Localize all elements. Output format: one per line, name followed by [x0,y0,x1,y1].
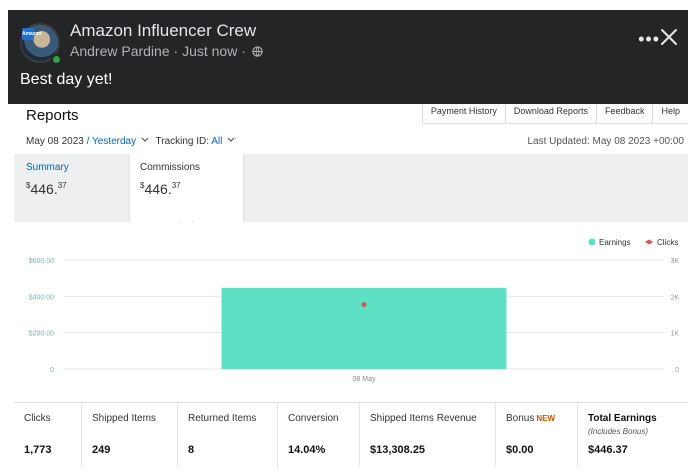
stat-total-earnings: Total Earnings (Includes Bonus) $446.37 [578,403,688,467]
report-date: May 08 2023 [26,136,84,147]
date-range-dropdown[interactable]: Yesterday [92,136,136,147]
y-tick-label: 0 [50,367,54,374]
tabs-band [14,154,688,222]
meta-separator: · [173,43,179,59]
close-icon[interactable] [660,28,678,46]
date-separator: / [86,136,90,147]
earnings-chart: 0 0 $200.00 1K $400.00 2K $600.00 3K 08 May Earni… [14,222,688,390]
stat-value: 249 [92,444,111,456]
y-right-tick-label: 3K [670,258,679,265]
tab-summary-label: Summary [26,162,69,173]
post-time[interactable]: Just now [182,43,237,59]
stat-label: Returned Items [188,413,257,424]
tab-commissions-label: Commissions [140,162,201,173]
chevron-down-icon[interactable] [141,137,149,143]
reports-title: Reports [26,107,79,124]
reports-panel: Reports Payment History Download Reports… [14,104,688,470]
stat-bonus: Bonus NEW $0.00 [496,403,578,467]
feedback-link[interactable]: Feedback [595,104,653,124]
stat-label: Total Earnings [588,413,657,424]
chevron-down-icon[interactable] [227,137,235,143]
avatar-badge: Amazon [22,28,41,40]
x-tick-label: 08 May [353,376,376,383]
author-name[interactable]: Andrew Pardine [70,43,170,59]
y-tick-label: $400.00 [29,294,54,301]
stat-sublabel: (Includes Bonus) [588,427,649,436]
globe-icon [252,46,263,57]
meta-separator: · [241,43,246,59]
tracking-id-label: Tracking ID: [155,136,210,147]
group-name[interactable]: Amazon Influencer Crew [70,21,256,41]
y-tick-label: $600.00 [29,258,54,265]
tab-commissions[interactable]: Commissions $446.37 [130,154,243,222]
new-badge: NEW [536,414,556,423]
stat-shipped-items: Shipped Items 249 [82,403,178,467]
tab-summary-amount: $446.37 [26,181,67,197]
legend-clicks-swatch [645,239,653,245]
stat-value: $446.37 [588,444,628,456]
tracking-id-dropdown[interactable]: All [211,136,222,147]
stat-label: Shipped Items Revenue [370,413,477,424]
y-right-tick-label: 0 [675,367,679,374]
stat-label: Conversion [288,413,339,424]
stat-clicks: Clicks 1,773 [14,403,82,467]
y-tick-label: $200.00 [29,331,54,338]
clicks-point [361,302,367,308]
stat-returned-items: Returned Items 8 [178,403,278,467]
last-updated: Last Updated: May 08 2023 +00:00 [527,136,684,147]
legend-earnings-label: Earnings [599,238,631,247]
stat-value: 14.04% [288,444,326,456]
help-link[interactable]: Help [652,104,688,124]
stat-label: Shipped Items [92,413,156,424]
stat-value: 1,773 [24,444,52,456]
payment-history-link[interactable]: Payment History [421,104,505,124]
stat-shipped-revenue: Shipped Items Revenue $13,308.25 [360,403,496,467]
online-status-dot [51,54,62,65]
stat-conversion: Conversion 14.04% [278,403,360,467]
author-line: Andrew Pardine · Just now · [70,43,263,59]
more-icon[interactable]: ••• [638,30,660,48]
stat-label: Clicks [24,413,51,424]
top-links: Payment History Download Reports Feedbac… [421,104,688,124]
tab-commissions-amount: $446.37 [140,181,181,197]
stat-value: 8 [188,444,195,456]
tab-summary[interactable]: Summary $446.37 [26,162,69,197]
y-right-tick-label: 1K [670,331,679,338]
stat-value: $13,308.25 [370,444,426,456]
earnings-bar [221,287,507,369]
download-reports-link[interactable]: Download Reports [504,104,596,124]
stat-label: Bonus NEW [506,413,556,424]
chart-svg: 0 0 $200.00 1K $400.00 2K $600.00 3K 08 May Earni… [29,238,680,383]
legend-earnings-swatch [588,238,596,246]
y-right-tick-label: 2K [670,294,679,301]
post-header: Amazon Amazon Influencer Crew Andrew Par… [8,10,688,104]
legend-clicks-label: Clicks [657,238,678,247]
post-text: Best day yet! [20,71,113,88]
stat-value: $0.00 [506,444,534,456]
date-filter-row: May 08 2023 / Yesterday Tracking ID: All [26,136,239,147]
stats-table: Clicks 1,773 Shipped Items 249 Returned … [14,402,688,467]
